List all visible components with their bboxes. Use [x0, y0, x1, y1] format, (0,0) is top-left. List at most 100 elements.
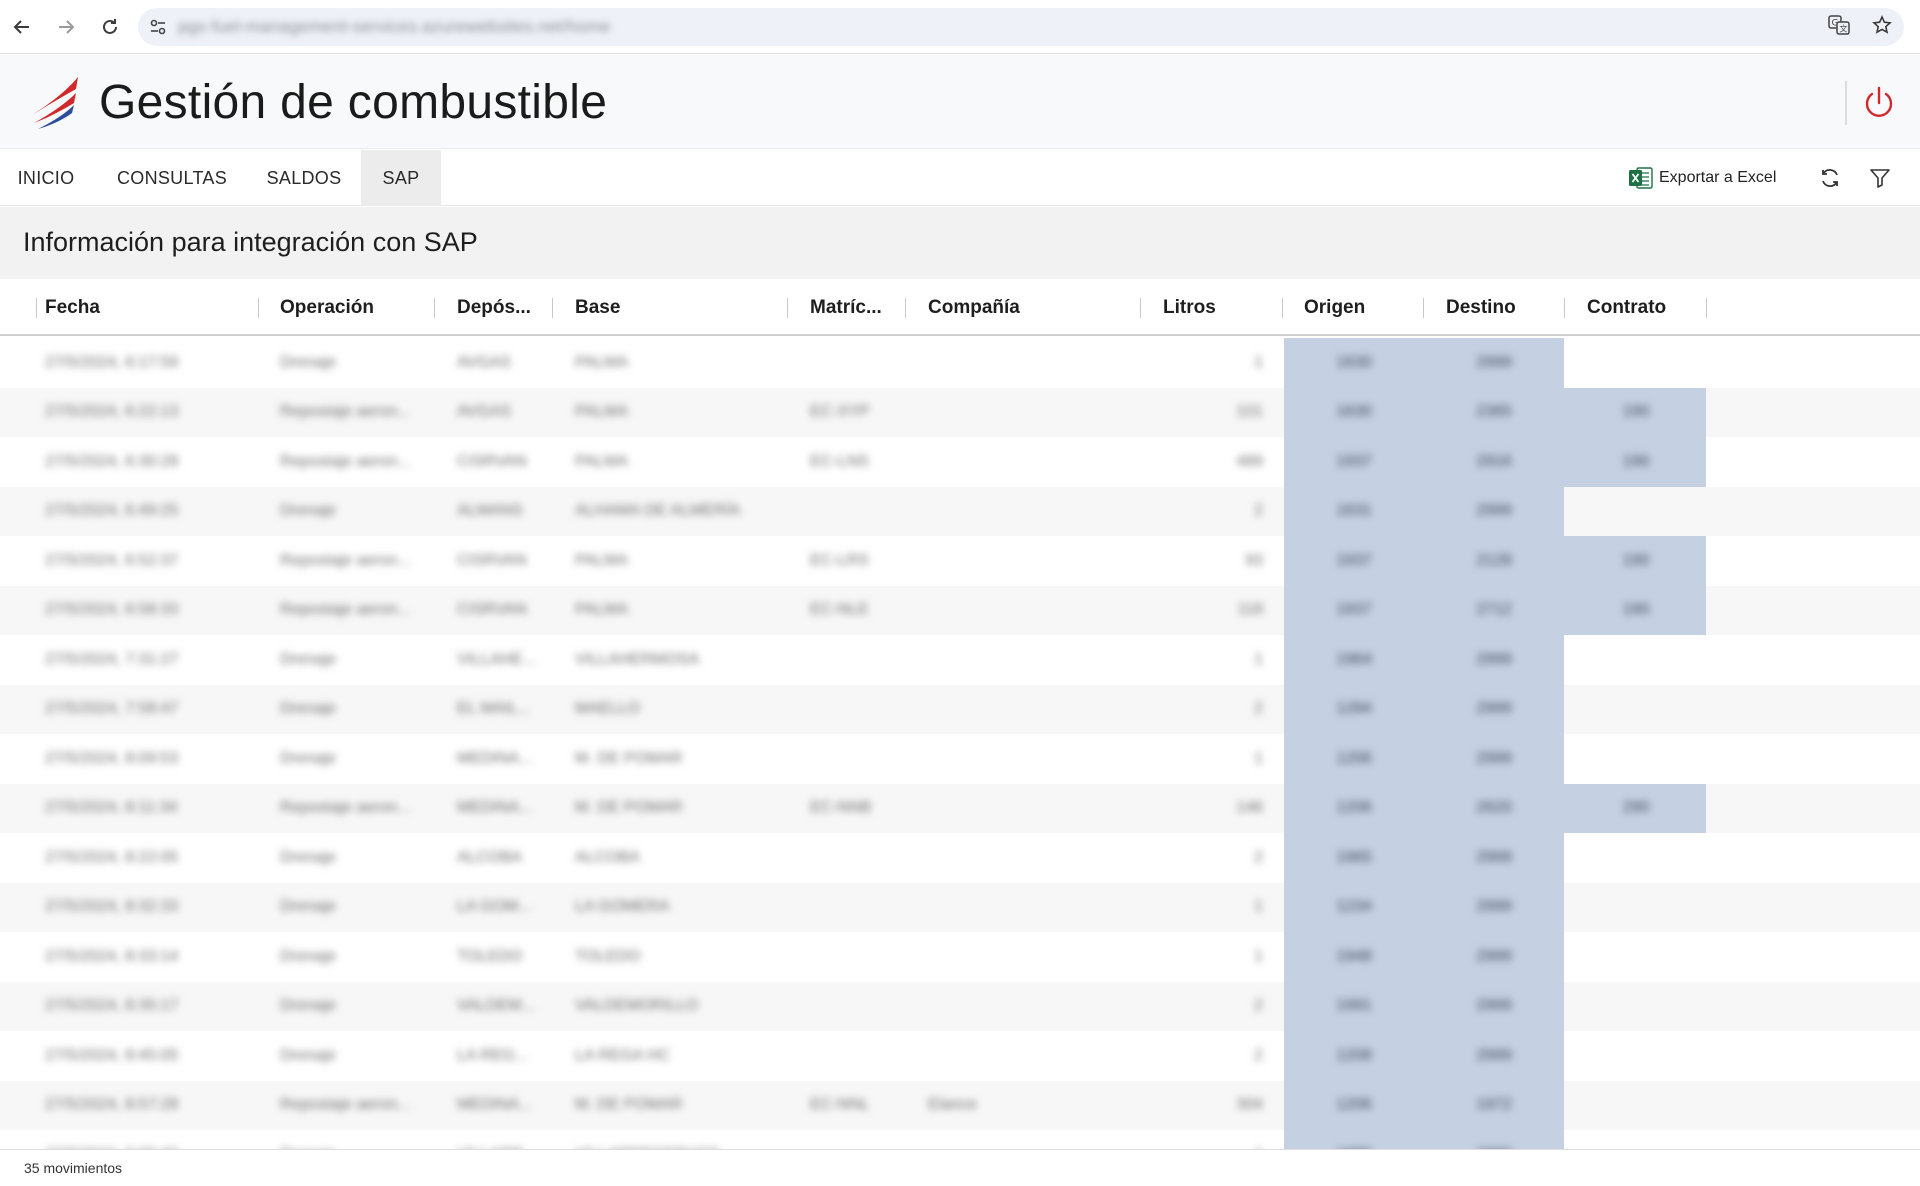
column-separator[interactable]	[1282, 298, 1283, 318]
filter-icon[interactable]	[1866, 164, 1894, 192]
cell-matricula: EC-NLE	[810, 601, 869, 619]
menu-item-inicio[interactable]: INICIO	[0, 150, 92, 206]
column-separator[interactable]	[905, 298, 906, 318]
cell-base: ALCOBA	[575, 848, 640, 866]
cell-matricula	[810, 635, 898, 685]
forward-arrow-icon[interactable]	[44, 5, 88, 49]
table-row[interactable]: 27/5/2024, 7:31:27 Drenaje VILLAHE... VILLA…	[0, 635, 1920, 685]
table-row[interactable]: 27/5/2024, 6:17:59 Drenaje AVGAS PALMA 1 1630…	[0, 338, 1920, 388]
table-row[interactable]: 27/5/2024, 6:58:33 Repostaje aeron... CISR…	[0, 585, 1920, 635]
cell-destino: 2620	[1476, 799, 1512, 817]
cell-fecha: 27/5/2024, 6:58:33	[45, 601, 179, 619]
table-row[interactable]: 27/5/2024, 6:49:25 Drenaje ALMANS ALHAMA DE…	[0, 486, 1920, 536]
reload-icon[interactable]	[88, 5, 132, 49]
cell-origen: 1206	[1336, 799, 1372, 817]
cell-destino: 2999	[1424, 1130, 1564, 1150]
record-count: 35 movimientos	[24, 1160, 123, 1176]
table-row[interactable]: 27/5/2024, 8:33:14 Drenaje TOLEDO TOLEDO 1 19…	[0, 932, 1920, 982]
table-row[interactable]: 27/5/2024, 8:22:05 Drenaje ALCOBA ALCOBA 2 19…	[0, 833, 1920, 883]
table-row[interactable]: 27/5/2024, 8:11:34 Repostaje aeron... MEDI…	[0, 783, 1920, 834]
table-row[interactable]: 27/5/2024, 8:57:28 Repostaje aeron... MEDI…	[0, 1080, 1920, 1130]
column-separator[interactable]	[787, 298, 788, 318]
cell-matricula	[810, 1130, 898, 1150]
cell-destino: 2128	[1476, 551, 1512, 569]
column-separator[interactable]	[258, 298, 259, 318]
cell-contrato	[1566, 883, 1706, 933]
table-row[interactable]: 27/5/2024, 7:58:47 Drenaje EL MAIL... MAELL…	[0, 684, 1920, 734]
refresh-icon[interactable]	[1816, 164, 1844, 192]
cell-litros: 118	[1237, 601, 1263, 619]
cell-fecha: 27/5/2024, 8:57:28	[45, 1096, 179, 1114]
cell-fecha: 27/5/2024, 6:30:28	[45, 452, 179, 470]
bookmark-star-icon[interactable]	[1872, 14, 1892, 40]
export-excel-button[interactable]: Exportar a Excel	[1629, 150, 1776, 206]
cell-destino: 2999	[1476, 1046, 1512, 1064]
column-header-matricula[interactable]: Matríc...	[810, 280, 882, 336]
cell-destino: 2999	[1476, 353, 1512, 371]
cell-litros: 1	[1254, 650, 1263, 668]
cell-origen: 1991	[1336, 997, 1372, 1015]
cell-origen: 1630	[1336, 403, 1372, 421]
cell-compania	[928, 734, 1133, 784]
cell-litros: 93	[1245, 551, 1263, 569]
cell-compania	[928, 883, 1133, 933]
menu-item-sap[interactable]: SAP	[361, 150, 441, 206]
address-bar[interactable]: pgs-fuel-management-services.azurewebsit…	[138, 8, 1904, 46]
cell-operacion: Repostaje aeron...	[280, 1096, 411, 1114]
cell-matricula: EC-NNB	[810, 799, 872, 817]
cell-matricula: EC-XYP	[810, 403, 870, 421]
cell-operacion: Drenaje	[280, 947, 337, 965]
url-text: pgs-fuel-management-services.azurewebsit…	[178, 17, 611, 36]
data-grid: Fecha Operación Depós... Base Matríc... …	[0, 280, 1920, 1150]
cell-contrato: 290	[1622, 799, 1650, 817]
column-header-operacion[interactable]: Operación	[280, 280, 374, 336]
column-separator[interactable]	[1423, 298, 1424, 318]
cell-operacion: Drenaje	[280, 700, 337, 718]
cell-compania	[928, 784, 1133, 834]
site-settings-icon[interactable]	[138, 18, 178, 36]
column-separator[interactable]	[1706, 298, 1707, 318]
column-header-destino[interactable]: Destino	[1446, 280, 1516, 336]
column-separator[interactable]	[434, 298, 435, 318]
column-separator[interactable]	[36, 298, 37, 318]
menu-item-saldos[interactable]: SALDOS	[252, 150, 356, 206]
cell-destino: 2999	[1476, 997, 1512, 1015]
column-header-compania[interactable]: Compañía	[928, 280, 1020, 336]
cell-litros: 2	[1254, 848, 1263, 866]
cell-litros: 2	[1254, 1046, 1263, 1064]
table-row[interactable]: 27/5/2024, 8:45:05 Drenaje LA REG... LA REG…	[0, 1031, 1920, 1081]
back-arrow-icon[interactable]	[0, 5, 44, 49]
cell-fecha: 27/5/2024, 8:09:53	[45, 749, 179, 767]
translate-icon[interactable]: G文	[1828, 14, 1850, 40]
cell-origen: 1964	[1336, 650, 1372, 668]
column-separator[interactable]	[552, 298, 553, 318]
cell-deposito: VILLAHE...	[457, 650, 537, 668]
column-header-base[interactable]: Base	[575, 280, 620, 336]
table-row[interactable]: 27/5/2024, 8:09:53 Drenaje MEDINA... M. DE …	[0, 734, 1920, 784]
menu-item-consultas[interactable]: CONSULTAS	[100, 150, 244, 206]
column-header-origen[interactable]: Origen	[1304, 280, 1365, 336]
cell-origen: 1948	[1336, 947, 1372, 965]
cell-deposito: CISRVAN	[457, 551, 527, 569]
cell-litros: 1	[1254, 947, 1263, 965]
column-header-litros[interactable]: Litros	[1163, 280, 1216, 336]
cell-fecha: 27/5/2024, 8:32:33	[45, 898, 179, 916]
column-header-fecha[interactable]: Fecha	[45, 280, 100, 336]
table-row[interactable]: 27/5/2024, 8:35:17 Drenaje VALDEM... VALDEM…	[0, 981, 1920, 1031]
cell-contrato	[1566, 932, 1706, 982]
column-separator[interactable]	[1140, 298, 1141, 318]
power-icon[interactable]	[1860, 84, 1898, 122]
column-separator[interactable]	[1564, 298, 1565, 318]
table-row[interactable]: 27/5/2024, 9:05:40 Drenaje VILLARR... VILLA…	[0, 1130, 1920, 1150]
cell-fecha: 27/5/2024, 8:35:17	[45, 997, 179, 1015]
table-row[interactable]: 27/5/2024, 6:52:37 Repostaje aeron... CISR…	[0, 536, 1920, 586]
table-row[interactable]: 27/5/2024, 6:30:28 Repostaje aeron... CISR…	[0, 437, 1920, 487]
table-row[interactable]: 27/5/2024, 6:22:13 Repostaje aeron... AVGA…	[0, 387, 1920, 437]
cell-destino: 2999	[1476, 502, 1512, 520]
table-row[interactable]: 27/5/2024, 8:32:33 Drenaje LA GOM... LA GOM…	[0, 882, 1920, 933]
cell-destino: 2999	[1476, 848, 1512, 866]
column-header-deposito[interactable]: Depós...	[457, 280, 531, 336]
cell-base: VALDEMORILLO	[575, 997, 699, 1015]
cell-litros: 1	[1254, 353, 1263, 371]
column-header-contrato[interactable]: Contrato	[1587, 280, 1666, 336]
